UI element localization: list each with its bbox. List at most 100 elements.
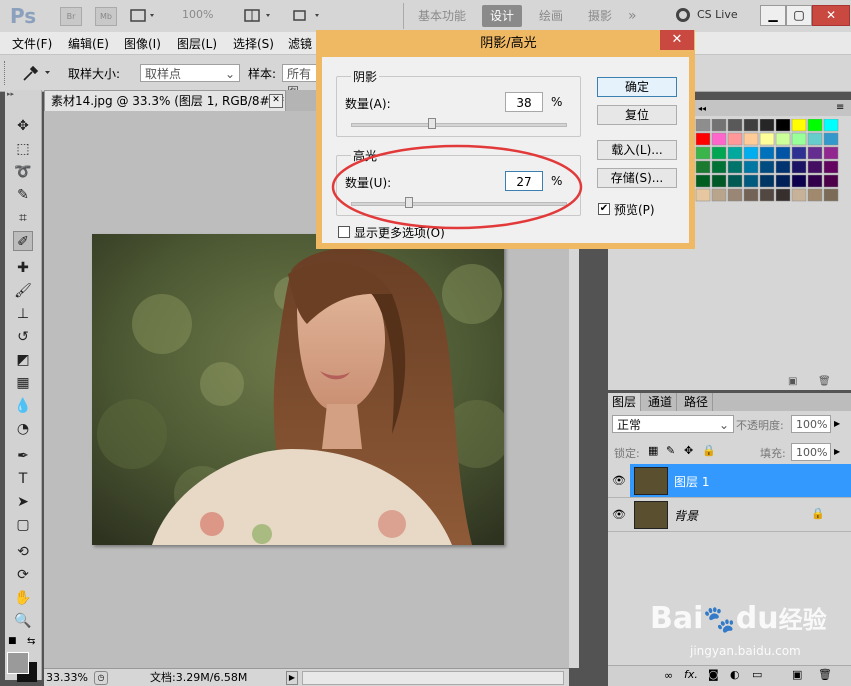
menu-layer[interactable]: 图层(L) xyxy=(177,35,217,52)
reset-button[interactable]: 复位 xyxy=(597,105,677,125)
shadow-amount-slider-thumb[interactable] xyxy=(428,118,437,129)
color-swatch[interactable] xyxy=(791,119,807,132)
dialog-title[interactable]: 阴影/高光 xyxy=(322,30,695,57)
lock-position-icon[interactable]: ✥ xyxy=(684,444,693,457)
color-swatch[interactable] xyxy=(727,174,743,188)
color-swatch[interactable] xyxy=(711,174,727,188)
color-swatch[interactable] xyxy=(695,119,711,132)
more-workspaces-button[interactable]: » xyxy=(620,5,645,27)
document-tab[interactable]: 素材14.jpg @ 33.3% (图层 1, RGB/8#) * ✕ xyxy=(44,90,286,112)
close-tab-icon[interactable]: ✕ xyxy=(269,94,283,108)
color-swatch[interactable] xyxy=(743,160,759,174)
new-layer-icon[interactable]: ▣ xyxy=(792,668,802,681)
color-swatch[interactable] xyxy=(823,146,839,160)
new-group-icon[interactable]: ▭ xyxy=(752,668,762,681)
color-swatch[interactable] xyxy=(791,146,807,160)
color-swatch[interactable] xyxy=(727,188,743,202)
cs-live-menu[interactable]: CS Live xyxy=(697,8,738,21)
color-swatch[interactable] xyxy=(823,174,839,188)
history-brush-tool-icon[interactable]: ↺ xyxy=(13,327,33,347)
shadow-amount-slider-track[interactable] xyxy=(351,123,567,127)
arrange-documents-button[interactable] xyxy=(244,8,276,24)
color-swatch[interactable] xyxy=(775,146,791,160)
menu-image[interactable]: 图像(I) xyxy=(124,35,161,52)
lock-all-icon[interactable]: 🔒 xyxy=(702,444,716,457)
layer-mask-icon[interactable]: ◙ xyxy=(708,668,719,681)
zoom-level[interactable]: 100% xyxy=(182,8,213,21)
color-swatch[interactable] xyxy=(727,146,743,160)
3d-rotate-tool-icon[interactable]: ⟲ xyxy=(13,542,33,562)
shadow-amount-input[interactable]: 38 xyxy=(505,92,543,112)
gradient-tool-icon[interactable]: ▦ xyxy=(13,373,33,393)
mini-bridge-button[interactable]: Mb xyxy=(95,7,117,26)
color-swatch[interactable] xyxy=(695,146,711,160)
link-layers-icon[interactable]: ∞ xyxy=(664,669,673,682)
bridge-button[interactable]: Br xyxy=(60,7,82,26)
lasso-tool-icon[interactable]: ➰ xyxy=(13,162,33,182)
tab-channels[interactable]: 通道 xyxy=(644,393,678,411)
color-swatch[interactable] xyxy=(759,188,775,202)
menu-select[interactable]: 选择(S) xyxy=(233,35,274,52)
eye-icon[interactable]: 👁 xyxy=(608,464,630,497)
lock-image-icon[interactable]: ✎ xyxy=(666,444,675,457)
color-swatch[interactable] xyxy=(711,119,727,132)
ok-button[interactable]: 确定 xyxy=(597,77,677,97)
color-swatch[interactable] xyxy=(775,119,791,132)
healing-brush-tool-icon[interactable]: ✚ xyxy=(13,258,33,278)
color-swatch[interactable] xyxy=(759,132,775,146)
color-swatch[interactable] xyxy=(807,188,823,202)
zoom-tool-icon[interactable]: 🔍 xyxy=(13,611,33,631)
delete-swatch-icon[interactable]: 🗑 xyxy=(818,376,831,387)
menu-file[interactable]: 文件(F) xyxy=(12,35,52,52)
color-swatch[interactable] xyxy=(823,160,839,174)
clone-stamp-tool-icon[interactable]: ⊥ xyxy=(13,304,33,324)
color-swatch[interactable] xyxy=(711,188,727,202)
delete-layer-icon[interactable]: 🗑 xyxy=(818,668,832,681)
default-colors-icon[interactable]: ■ xyxy=(8,636,17,646)
color-swatch[interactable] xyxy=(775,174,791,188)
marquee-tool-icon[interactable]: ⬚ xyxy=(13,139,33,159)
document-image[interactable] xyxy=(92,234,504,545)
maximize-button[interactable]: ▢ xyxy=(786,5,812,26)
color-swatch[interactable] xyxy=(807,174,823,188)
eyedropper-tool-icon[interactable]: ✐ xyxy=(13,231,33,251)
color-swatch[interactable] xyxy=(759,174,775,188)
panel-collapse-icon[interactable]: ◂◂ xyxy=(698,104,706,113)
workspace-painting[interactable]: 绘画 xyxy=(531,5,571,27)
color-swatch[interactable] xyxy=(807,160,823,174)
tab-layers[interactable]: 图层 xyxy=(608,393,642,411)
zoom-readout[interactable]: 33.33% xyxy=(46,669,88,686)
blur-tool-icon[interactable]: 💧 xyxy=(13,396,33,416)
layer-row[interactable]: 👁 图层 1 xyxy=(608,464,851,498)
color-swatch[interactable] xyxy=(807,119,823,132)
color-swatch[interactable] xyxy=(823,119,839,132)
sample-size-select[interactable]: 取样点 ⌄ xyxy=(140,64,240,82)
move-tool-icon[interactable]: ✥ xyxy=(13,116,33,136)
dialog-close-button[interactable]: ✕ xyxy=(660,30,694,50)
color-swatch[interactable] xyxy=(695,132,711,146)
menu-filter[interactable]: 滤镜 xyxy=(288,35,312,52)
color-swatch[interactable] xyxy=(759,119,775,132)
new-swatch-icon[interactable]: ▣ xyxy=(788,376,797,387)
color-swatch[interactable] xyxy=(791,174,807,188)
dodge-tool-icon[interactable]: ◔ xyxy=(13,419,33,439)
close-button[interactable]: ✕ xyxy=(812,5,850,26)
color-swatch[interactable] xyxy=(823,188,839,202)
status-menu-arrow-icon[interactable]: ▶ xyxy=(286,671,298,685)
color-swatch[interactable] xyxy=(743,146,759,160)
tab-paths[interactable]: 路径 xyxy=(680,393,714,411)
tool-preset-picker[interactable] xyxy=(20,63,56,83)
blend-mode-select[interactable]: 正常 ⌄ xyxy=(612,415,734,433)
adjustment-layer-icon[interactable]: ◐ xyxy=(730,668,740,681)
eye-icon[interactable]: 👁 xyxy=(608,498,630,531)
color-swatch[interactable] xyxy=(791,132,807,146)
brush-tool-icon[interactable]: 🖌 xyxy=(13,281,33,301)
lock-transparent-icon[interactable]: ▦ xyxy=(648,444,658,457)
color-swatch[interactable] xyxy=(727,132,743,146)
screen-mode-button[interactable] xyxy=(291,8,323,24)
menu-edit[interactable]: 编辑(E) xyxy=(68,35,109,52)
layer-name[interactable]: 图层 1 xyxy=(674,473,709,490)
fill-input[interactable]: 100% xyxy=(791,443,831,461)
layer-row[interactable]: 👁 背景 🔒 xyxy=(608,498,851,532)
shape-tool-icon[interactable]: ▢ xyxy=(13,515,33,535)
